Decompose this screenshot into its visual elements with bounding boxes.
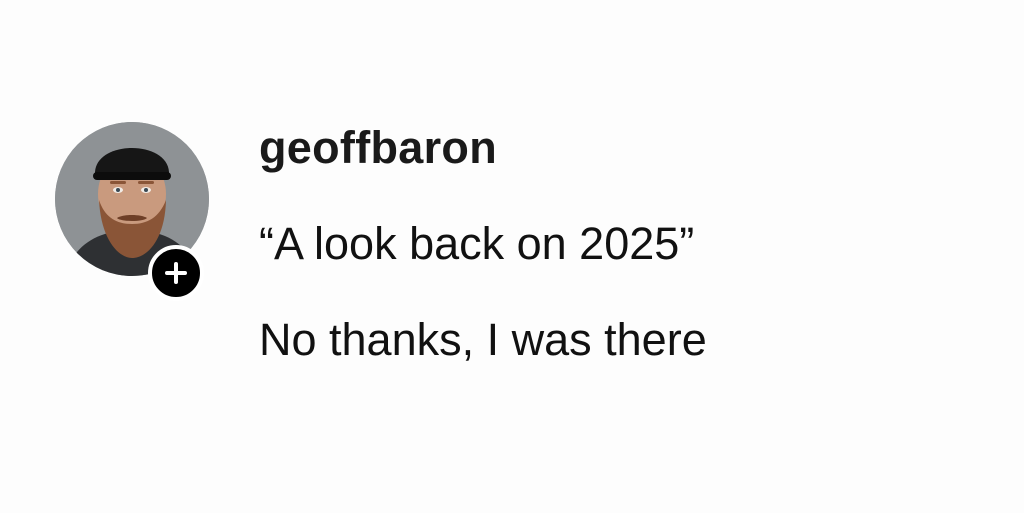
username[interactable]: geoffbaron: [259, 118, 497, 178]
post-text-line: No thanks, I was there: [259, 314, 707, 365]
post-text-line: “A look back on 2025”: [259, 218, 695, 269]
post: geoffbaron “A look back on 2025” No than…: [0, 0, 1024, 513]
avatar-group: [55, 120, 211, 301]
plus-icon: [165, 262, 187, 284]
follow-button[interactable]: [148, 245, 204, 301]
